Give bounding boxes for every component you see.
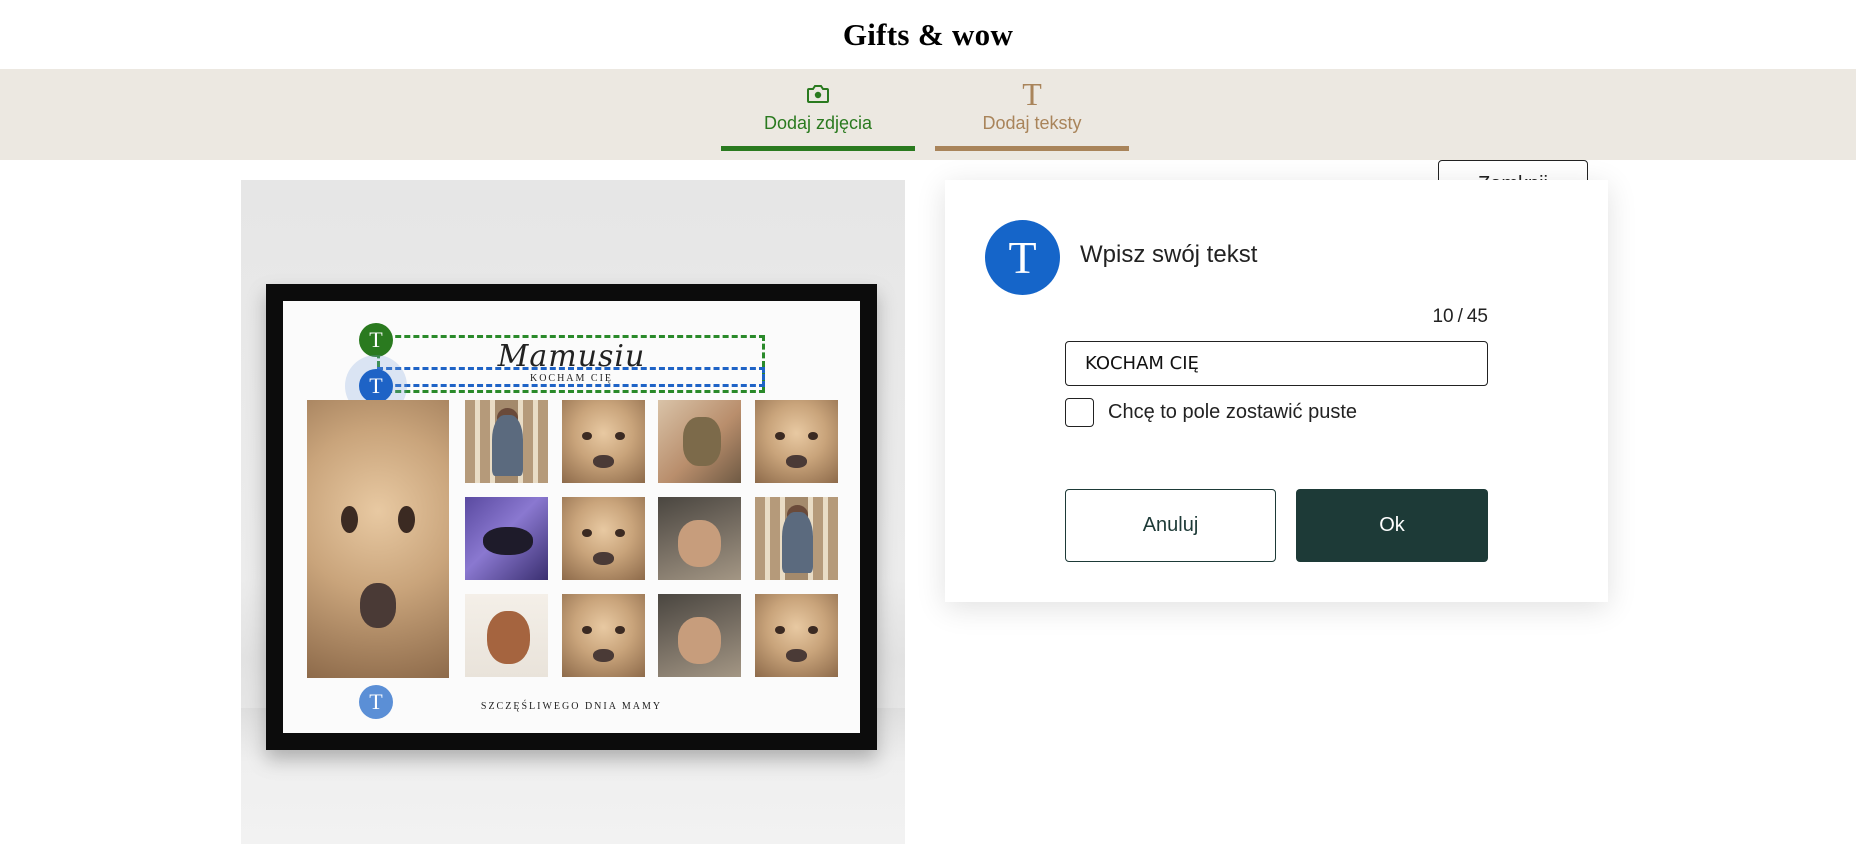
panel-title: Wpisz swój tekst bbox=[1080, 241, 1258, 268]
subline-text-area[interactable] bbox=[377, 367, 765, 387]
text-t-icon: T bbox=[985, 220, 1060, 295]
photo-slot[interactable] bbox=[755, 594, 838, 677]
headline-text-handle-icon[interactable]: T bbox=[359, 323, 393, 357]
text-t-icon: T bbox=[1022, 76, 1042, 112]
photo-slot-large[interactable] bbox=[307, 400, 449, 678]
text-input[interactable] bbox=[1065, 341, 1488, 386]
tab-add-photos[interactable]: Dodaj zdjęcia bbox=[721, 69, 915, 160]
photo-slot[interactable] bbox=[755, 497, 838, 580]
poster-footer-text[interactable]: SZCZĘŚLIWEGO DNIA MAMY bbox=[283, 701, 860, 712]
leave-empty-option[interactable]: Chcę to pole zostawić puste bbox=[1065, 398, 1357, 427]
photo-slot[interactable] bbox=[658, 400, 741, 483]
photo-slot[interactable] bbox=[465, 400, 548, 483]
character-counter: 10/45 bbox=[1432, 306, 1488, 327]
photo-slot[interactable] bbox=[562, 400, 645, 483]
brand-title: Gifts & wow bbox=[842, 16, 1014, 52]
tab-add-texts-label: Dodaj teksty bbox=[982, 113, 1082, 133]
poster-mat: Mamusiu KOCHAM CIĘ T T T SZCZĘŚLIWEGO DN… bbox=[283, 301, 860, 733]
photo-slot[interactable] bbox=[465, 497, 548, 580]
cancel-button[interactable]: Anuluj bbox=[1065, 489, 1276, 562]
camera-icon bbox=[806, 79, 830, 109]
photo-slot[interactable] bbox=[755, 400, 838, 483]
photo-slot[interactable] bbox=[658, 594, 741, 677]
leave-empty-checkbox[interactable] bbox=[1065, 398, 1094, 427]
photo-slot[interactable] bbox=[465, 594, 548, 677]
site-header: Gifts & wow bbox=[0, 0, 1856, 69]
tab-add-texts-underline bbox=[935, 146, 1129, 151]
tab-add-texts[interactable]: T Dodaj teksty bbox=[935, 69, 1129, 160]
editor-toolbar: Dodaj zdjęcia T Dodaj teksty Zamknij bbox=[0, 69, 1856, 208]
tab-add-photos-underline bbox=[721, 146, 915, 151]
leave-empty-label: Chcę to pole zostawić puste bbox=[1108, 401, 1358, 423]
counter-max: 45 bbox=[1466, 306, 1488, 327]
text-editor-panel: T Wpisz swój tekst 10/45 Chcę to pole zo… bbox=[945, 180, 1608, 602]
photo-slot[interactable] bbox=[562, 594, 645, 677]
subline-text-handle-icon[interactable]: T bbox=[359, 369, 393, 403]
counter-current: 10 bbox=[1432, 306, 1454, 327]
photo-slot[interactable] bbox=[562, 497, 645, 580]
tab-add-photos-label: Dodaj zdjęcia bbox=[763, 113, 873, 133]
photo-slot[interactable] bbox=[658, 497, 741, 580]
picture-frame: Mamusiu KOCHAM CIĘ T T T SZCZĘŚLIWEGO DN… bbox=[266, 284, 877, 750]
ok-button[interactable]: Ok bbox=[1296, 489, 1488, 562]
poster-preview: Mamusiu KOCHAM CIĘ T T T SZCZĘŚLIWEGO DN… bbox=[241, 180, 905, 844]
